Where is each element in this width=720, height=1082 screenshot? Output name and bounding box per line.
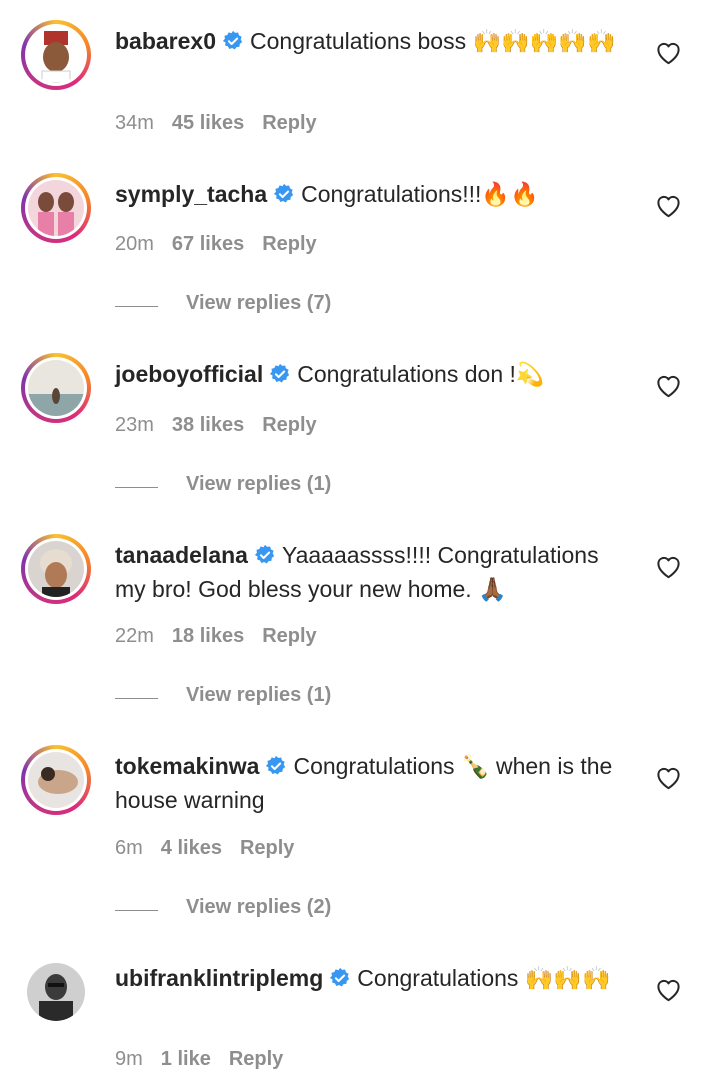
like-heart-icon[interactable]: [655, 40, 682, 65]
avatar[interactable]: [21, 957, 91, 1027]
comment-text-block: joeboyofficial Congratulations don !💫: [115, 359, 625, 393]
username[interactable]: symply_tacha: [115, 181, 267, 207]
comment-text-block: ubifranklintriplemg Congratulations 🙌🙌🙌: [115, 963, 625, 997]
avatar[interactable]: [21, 173, 91, 243]
like-heart-icon[interactable]: [655, 554, 682, 579]
avatar[interactable]: [21, 745, 91, 815]
verified-badge-icon: [269, 362, 291, 393]
verified-badge-icon: [254, 543, 276, 574]
username[interactable]: tanaadelana: [115, 542, 248, 568]
likes-count[interactable]: 45 likes: [172, 112, 244, 134]
comment-text-block: tokemakinwa Congratulations 🍾 when is the…: [115, 751, 625, 816]
divider: [115, 698, 158, 699]
username[interactable]: tokemakinwa: [115, 753, 259, 779]
timestamp: 34m: [115, 112, 154, 134]
comment-text-block: symply_tacha Congratulations!!!🔥🔥: [115, 179, 625, 213]
comment-body: Congratulations don !💫: [297, 361, 545, 387]
timestamp: 22m: [115, 625, 154, 647]
avatar[interactable]: [21, 353, 91, 423]
view-replies-label: View replies (2): [186, 896, 332, 918]
reply-button[interactable]: Reply: [240, 837, 294, 859]
comment-meta: 34m 45 likes Reply: [115, 112, 335, 135]
like-heart-icon[interactable]: [655, 193, 682, 218]
likes-count[interactable]: 18 likes: [172, 625, 244, 647]
view-replies-label: View replies (1): [186, 684, 332, 706]
comment-text-block: tanaadelana Yaaaaassss!!!! Congratulation…: [115, 540, 625, 605]
comment-meta: 20m 67 likes Reply: [115, 233, 335, 256]
reply-button[interactable]: Reply: [229, 1048, 283, 1070]
comment-meta: 6m 4 likes Reply: [115, 837, 312, 860]
verified-badge-icon: [273, 182, 295, 213]
like-heart-icon[interactable]: [655, 765, 682, 790]
verified-badge-icon: [265, 754, 287, 785]
comment-meta: 9m 1 like Reply: [115, 1048, 301, 1071]
reply-button[interactable]: Reply: [262, 625, 316, 647]
username[interactable]: babarex0: [115, 28, 216, 54]
comment-body: Congratulations 🙌🙌🙌: [357, 965, 611, 991]
avatar[interactable]: [21, 20, 91, 90]
reply-button[interactable]: Reply: [262, 414, 316, 436]
avatar[interactable]: [21, 534, 91, 604]
timestamp: 6m: [115, 837, 143, 859]
username[interactable]: joeboyofficial: [115, 361, 263, 387]
divider: [115, 487, 158, 488]
timestamp: 20m: [115, 233, 154, 255]
reply-button[interactable]: Reply: [262, 112, 316, 134]
like-heart-icon[interactable]: [655, 977, 682, 1002]
timestamp: 23m: [115, 414, 154, 436]
divider: [115, 306, 158, 307]
username[interactable]: ubifranklintriplemg: [115, 965, 323, 991]
likes-count[interactable]: 38 likes: [172, 414, 244, 436]
reply-button[interactable]: Reply: [262, 233, 316, 255]
view-replies-label: View replies (1): [186, 473, 332, 495]
like-heart-icon[interactable]: [655, 373, 682, 398]
comment-body: Congratulations!!!🔥🔥: [301, 181, 539, 207]
comment-meta: 23m 38 likes Reply: [115, 414, 335, 437]
comment-text-block: babarex0 Congratulations boss 🙌🙌🙌🙌🙌: [115, 26, 625, 60]
timestamp: 9m: [115, 1048, 143, 1070]
comment-body: Congratulations boss 🙌🙌🙌🙌🙌: [250, 28, 616, 54]
view-replies-label: View replies (7): [186, 292, 332, 314]
comment-meta: 22m 18 likes Reply: [115, 625, 335, 648]
likes-count[interactable]: 4 likes: [161, 837, 222, 859]
likes-count[interactable]: 1 like: [161, 1048, 211, 1070]
verified-badge-icon: [222, 29, 244, 60]
divider: [115, 910, 158, 911]
verified-badge-icon: [329, 966, 351, 997]
likes-count[interactable]: 67 likes: [172, 233, 244, 255]
